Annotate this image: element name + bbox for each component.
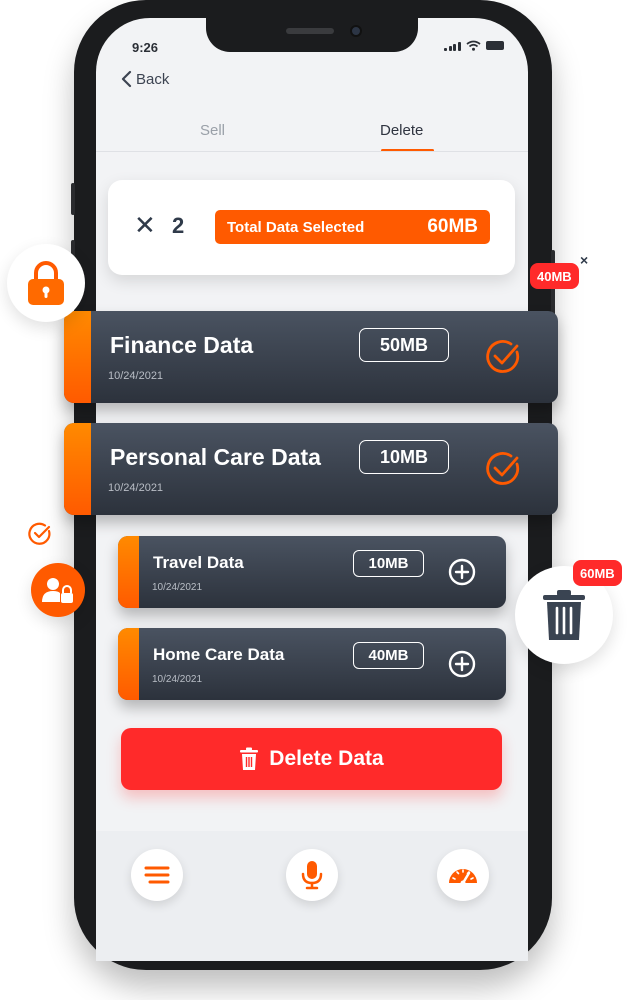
card-accent-stripe xyxy=(118,536,139,608)
user-lock-badge xyxy=(31,563,85,617)
delete-data-button[interactable]: Delete Data xyxy=(121,728,502,790)
close-icon: × xyxy=(580,252,589,268)
data-card-date: 10/24/2021 xyxy=(152,674,203,685)
tab-delete[interactable]: Delete xyxy=(380,122,423,139)
data-card-date: 10/24/2021 xyxy=(108,482,164,494)
data-size-badge: 50MB xyxy=(359,328,449,362)
status-icons xyxy=(444,40,504,51)
data-size-badge: 10MB xyxy=(353,550,424,577)
dashboard-button[interactable] xyxy=(437,849,489,901)
status-time: 9:26 xyxy=(132,40,159,55)
delete-data-label: Delete Data xyxy=(269,747,384,770)
add-circle-icon[interactable] xyxy=(448,650,476,678)
selection-summary-card: ✕ 2 Total Data Selected 60MB xyxy=(108,180,515,275)
total-selected-value: 60MB xyxy=(427,216,478,237)
trash-icon xyxy=(240,747,259,770)
selected-count: 2 xyxy=(172,213,185,238)
lock-icon xyxy=(28,261,64,305)
tab-sell[interactable]: Sell xyxy=(200,122,225,139)
back-label: Back xyxy=(136,70,170,88)
data-card-travel[interactable]: Travel Data 10/24/2021 10MB xyxy=(118,536,506,608)
size-badge: 40MB xyxy=(530,263,579,289)
check-circle-icon[interactable] xyxy=(484,450,522,488)
phone-side-button xyxy=(71,183,75,215)
signal-icon xyxy=(444,41,461,51)
size-badge: 60MB xyxy=(573,560,622,586)
data-card-title: Home Care Data xyxy=(153,645,285,664)
data-size-badge: 10MB xyxy=(359,440,449,474)
data-card-finance[interactable]: Finance Data 10/24/2021 50MB xyxy=(64,311,558,403)
wifi-icon xyxy=(465,40,481,51)
data-card-home-care[interactable]: Home Care Data 10/24/2021 40MB xyxy=(118,628,506,700)
card-accent-stripe xyxy=(64,423,91,515)
data-size-badge: 40MB xyxy=(353,642,424,669)
tab-divider xyxy=(96,151,528,152)
chevron-left-icon xyxy=(121,70,132,88)
user-lock-icon xyxy=(42,578,73,603)
microphone-icon xyxy=(301,861,323,890)
data-card-title: Finance Data xyxy=(110,332,254,358)
card-accent-stripe xyxy=(64,311,91,403)
check-circle-icon xyxy=(28,522,51,545)
speedometer-icon xyxy=(449,869,477,886)
check-circle-icon[interactable] xyxy=(484,338,522,376)
data-card-date: 10/24/2021 xyxy=(108,370,164,382)
trash-icon xyxy=(543,590,585,640)
total-selected-label: Total Data Selected xyxy=(227,218,365,236)
card-accent-stripe xyxy=(118,628,139,700)
total-selected-pill: Total Data Selected 60MB xyxy=(215,210,490,244)
camera-icon xyxy=(350,25,362,37)
notch xyxy=(206,18,418,52)
data-card-title: Travel Data xyxy=(153,553,244,572)
clear-selection-button[interactable]: ✕ xyxy=(134,212,156,238)
lock-badge xyxy=(7,244,85,322)
data-card-date: 10/24/2021 xyxy=(152,582,203,593)
voice-button[interactable] xyxy=(286,849,338,901)
back-button[interactable]: Back xyxy=(120,70,169,88)
add-circle-icon[interactable] xyxy=(448,558,476,586)
data-card-title: Personal Care Data xyxy=(110,444,321,470)
menu-button[interactable] xyxy=(131,849,183,901)
menu-icon xyxy=(144,866,170,884)
data-card-personal-care[interactable]: Personal Care Data 10/24/2021 10MB xyxy=(64,423,558,515)
battery-icon xyxy=(485,41,504,50)
speaker xyxy=(286,28,334,34)
